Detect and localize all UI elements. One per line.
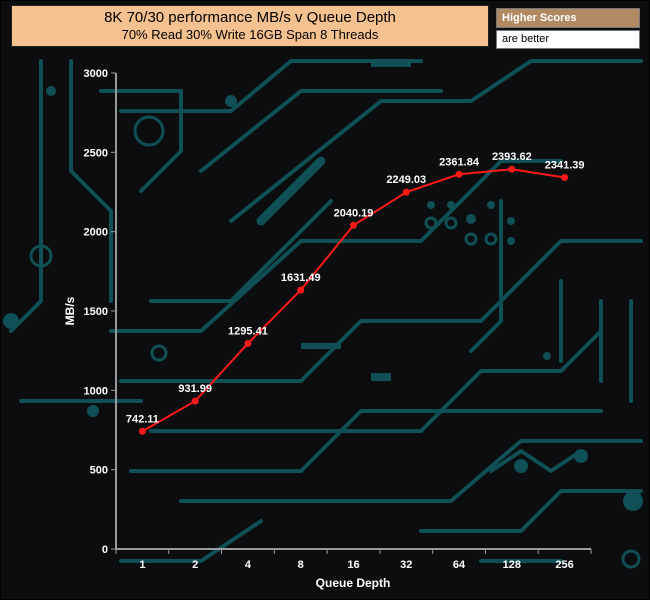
x-tick-label: 16 [347,559,359,571]
data-labels: 742.11 931.99 1295.41 1631.49 2040.19 2249.03… [126,151,585,425]
x-tick-label: 4 [245,559,252,571]
x-tick-label: 256 [555,559,573,571]
data-point [297,286,305,294]
data-label: 2361.84 [439,156,480,168]
line-chart: 0 500 1000 1500 2000 2500 3000 1 2 4 8 16 32 64 128 25… [63,68,592,590]
y-axis-title: MB/s [63,296,77,325]
data-label: 1631.49 [281,272,321,284]
data-point [561,173,569,181]
y-axis-ticks: 0 500 1000 1500 2000 2500 3000 [84,68,116,556]
data-point [508,165,516,173]
chart-frame: 8K 70/30 performance MB/s v Queue Depth … [0,0,650,600]
y-tick-label: 0 [102,544,108,556]
data-point [244,339,252,347]
data-point [350,221,357,229]
x-axis-ticks: 1 2 4 8 16 32 64 128 256 [115,549,592,571]
chart-axes [115,73,591,550]
y-tick-label: 3000 [84,68,108,80]
data-label: 742.11 [126,413,159,425]
data-label: 2249.03 [386,174,426,186]
y-tick-label: 1000 [84,385,108,397]
data-label: 931.99 [178,383,212,395]
x-tick-label: 64 [453,559,466,571]
x-axis-title: Queue Depth [316,576,391,590]
data-point [455,170,463,178]
y-tick-label: 2000 [84,227,108,239]
x-tick-label: 8 [298,559,304,571]
y-tick-label: 500 [90,465,108,477]
x-tick-label: 2 [192,559,198,571]
x-tick-label: 32 [400,559,412,571]
y-tick-label: 1500 [84,306,108,318]
data-point [138,427,146,435]
data-label: 2040.19 [334,207,374,219]
data-point [191,397,199,405]
data-label: 2393.62 [492,151,532,163]
data-label: 1295.41 [228,325,268,337]
data-point [402,188,410,196]
y-tick-label: 2500 [84,147,108,159]
data-label: 2341.39 [545,159,585,171]
x-tick-label: 1 [139,559,145,571]
x-tick-label: 128 [503,559,521,571]
